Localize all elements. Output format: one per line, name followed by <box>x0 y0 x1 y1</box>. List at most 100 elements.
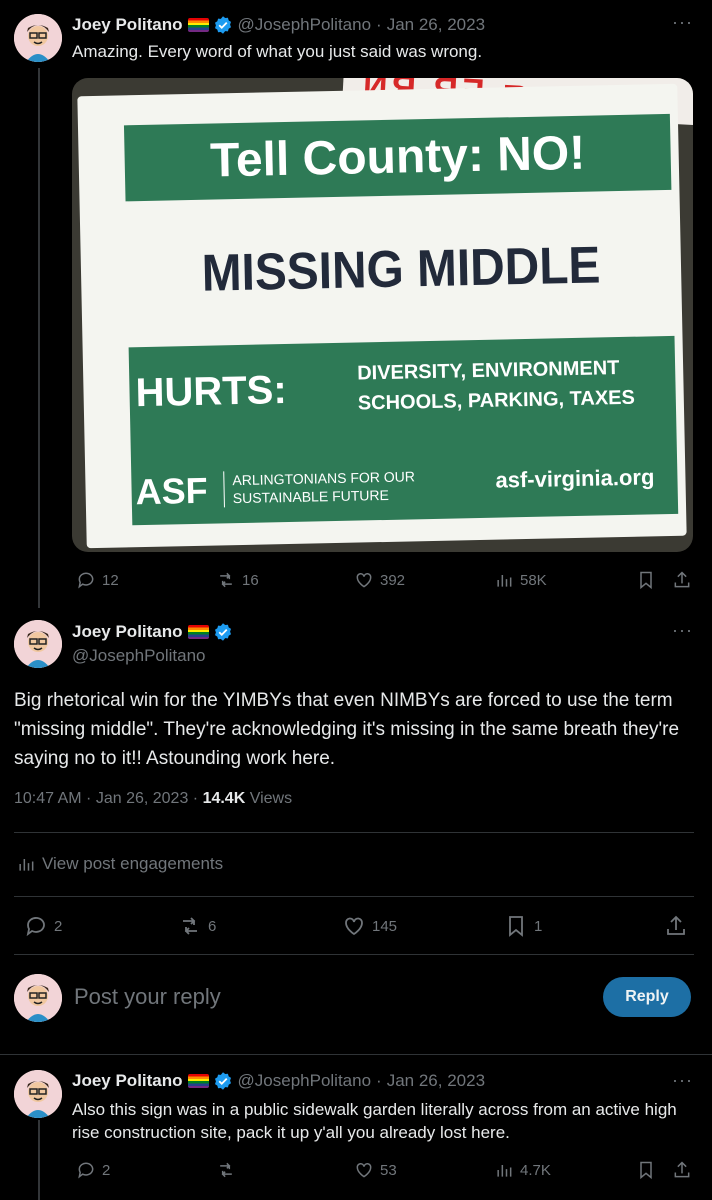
reply-input[interactable]: Post your reply <box>74 984 221 1010</box>
verified-badge-icon[interactable] <box>213 15 233 35</box>
share-button[interactable] <box>664 914 688 938</box>
more-options-icon[interactable]: ··· <box>672 620 693 641</box>
sign-url: asf-virginia.org <box>495 464 655 493</box>
sign-title-band: Tell County: NO! <box>123 113 672 202</box>
views-button[interactable]: 58K <box>494 570 547 590</box>
analytics-icon <box>497 575 512 587</box>
avatar-icon <box>14 1070 62 1118</box>
reply-button[interactable]: 2 <box>24 914 62 938</box>
repost-count: 6 <box>208 917 217 935</box>
repost-count: 16 <box>242 571 259 589</box>
thread-connector-bottom <box>38 1120 40 1200</box>
share-button[interactable] <box>672 570 692 590</box>
repost-icon <box>183 917 197 935</box>
share-icon <box>667 915 685 935</box>
avatar-icon <box>14 620 62 668</box>
thread-connector <box>38 68 40 608</box>
reply-icon <box>78 572 94 589</box>
share-button[interactable] <box>672 1160 692 1180</box>
share-icon <box>674 1161 690 1178</box>
repost-button[interactable] <box>216 1160 242 1180</box>
repost-button[interactable]: 6 <box>178 914 216 938</box>
divider <box>14 832 694 833</box>
author-handle[interactable]: @JosephPolitano <box>72 646 206 666</box>
views-count: 14.4K <box>202 790 246 807</box>
tweet-time[interactable]: 10:47 AM · Jan 26, 2023 · <box>14 790 203 807</box>
sign-bottom-band: HURTS: DIVERSITY, ENVIRONMENT SCHOOLS, P… <box>128 335 679 526</box>
reply-icon <box>78 1162 94 1179</box>
sign-org-short: ASF <box>135 469 209 513</box>
analytics-icon <box>497 1165 512 1177</box>
engagements-label: View post engagements <box>42 854 224 873</box>
like-button[interactable]: 53 <box>354 1160 397 1180</box>
tweet-image[interactable]: ИЯ ЯƎ ⊃ Tell County: NO! MISSING MIDDLE … <box>72 78 693 552</box>
sign-headline: MISSING MIDDLE <box>201 236 601 303</box>
sign-hurts-line2: SCHOOLS, PARKING, TAXES <box>357 386 636 415</box>
sign-org-full: ARLINGTONIANS FOR OUR SUSTAINABLE FUTURE <box>223 467 416 508</box>
like-button[interactable]: 145 <box>342 914 397 938</box>
author-name[interactable]: Joey Politano <box>72 1071 183 1091</box>
more-options-icon[interactable]: ··· <box>672 12 693 33</box>
more-options-icon[interactable]: ··· <box>672 1070 693 1091</box>
sign-org-line2: SUSTAINABLE FUTURE <box>232 486 390 507</box>
reply-count: 2 <box>102 1161 111 1179</box>
reply-submit-button[interactable]: Reply <box>603 977 691 1017</box>
avatar[interactable] <box>14 620 62 668</box>
author-name[interactable]: Joey Politano <box>72 622 183 642</box>
main-header: Joey Politano <box>72 622 233 642</box>
views-count: 4.7K <box>520 1161 551 1179</box>
pride-flag-icon <box>187 1074 209 1088</box>
tweet-text: Also this sign was in a public sidewalk … <box>72 1100 677 1142</box>
avatar[interactable] <box>14 14 62 62</box>
reply-button[interactable]: 2 <box>76 1160 110 1180</box>
sign-hurts-list: DIVERSITY, ENVIRONMENT SCHOOLS, PARKING,… <box>357 353 635 419</box>
verified-badge-icon[interactable] <box>213 622 233 642</box>
sign-title: Tell County: NO! <box>209 126 586 188</box>
tweet2-header: Joey Politano @JosephPolitano · Jan 26, … <box>72 1071 485 1091</box>
avatar[interactable] <box>14 1070 62 1118</box>
views-count: 58K <box>520 571 547 589</box>
composer-avatar[interactable] <box>14 974 62 1022</box>
bookmark-button[interactable] <box>636 570 656 590</box>
reply-count: 12 <box>102 571 119 589</box>
analytics-icon <box>19 859 34 871</box>
bookmark-button[interactable]: 1 <box>504 914 542 938</box>
divider <box>14 896 694 897</box>
author-handle[interactable]: @JosephPolitano <box>238 15 372 35</box>
repost-button[interactable]: 16 <box>216 570 259 590</box>
like-count: 145 <box>372 917 398 935</box>
timestamp-line: 10:47 AM · Jan 26, 2023 · 14.4K Views <box>14 790 292 808</box>
view-engagements-link[interactable]: View post engagements <box>16 854 223 874</box>
pride-flag-icon <box>187 18 209 32</box>
bookmark-button[interactable] <box>636 1160 656 1180</box>
author-name[interactable]: Joey Politano <box>72 15 183 35</box>
views-label: Views <box>245 790 293 807</box>
bookmark-icon <box>640 571 652 590</box>
bookmark-icon <box>640 1161 652 1180</box>
verified-badge-icon[interactable] <box>213 1071 233 1091</box>
heart-icon <box>356 572 372 588</box>
reply-button[interactable]: 12 <box>76 570 119 590</box>
repost-icon <box>220 572 232 588</box>
heart-icon <box>356 1162 372 1178</box>
pride-flag-icon <box>187 625 209 639</box>
like-count: 53 <box>380 1161 397 1179</box>
divider <box>14 954 694 955</box>
like-count: 392 <box>380 571 406 589</box>
share-icon <box>674 571 690 588</box>
bookmark-icon <box>509 916 523 937</box>
reply-icon <box>26 917 45 937</box>
author-handle[interactable]: @JosephPolitano <box>238 1071 372 1091</box>
reply-count: 2 <box>54 917 63 935</box>
bookmark-count: 1 <box>534 917 543 935</box>
divider <box>0 1054 712 1055</box>
tweet1-header: Joey Politano @JosephPolitano · Jan 26, … <box>72 14 485 36</box>
heart-icon <box>345 917 363 936</box>
like-button[interactable]: 392 <box>354 570 405 590</box>
tweet-date[interactable]: Jan 26, 2023 <box>387 1071 485 1091</box>
tweet-date[interactable]: Jan 26, 2023 <box>387 15 485 35</box>
views-button[interactable]: 4.7K <box>494 1160 551 1180</box>
avatar-icon <box>14 14 62 62</box>
tweet-text: Amazing. Every word of what you just sai… <box>72 42 483 61</box>
yard-sign: Tell County: NO! MISSING MIDDLE HURTS: D… <box>77 83 687 549</box>
